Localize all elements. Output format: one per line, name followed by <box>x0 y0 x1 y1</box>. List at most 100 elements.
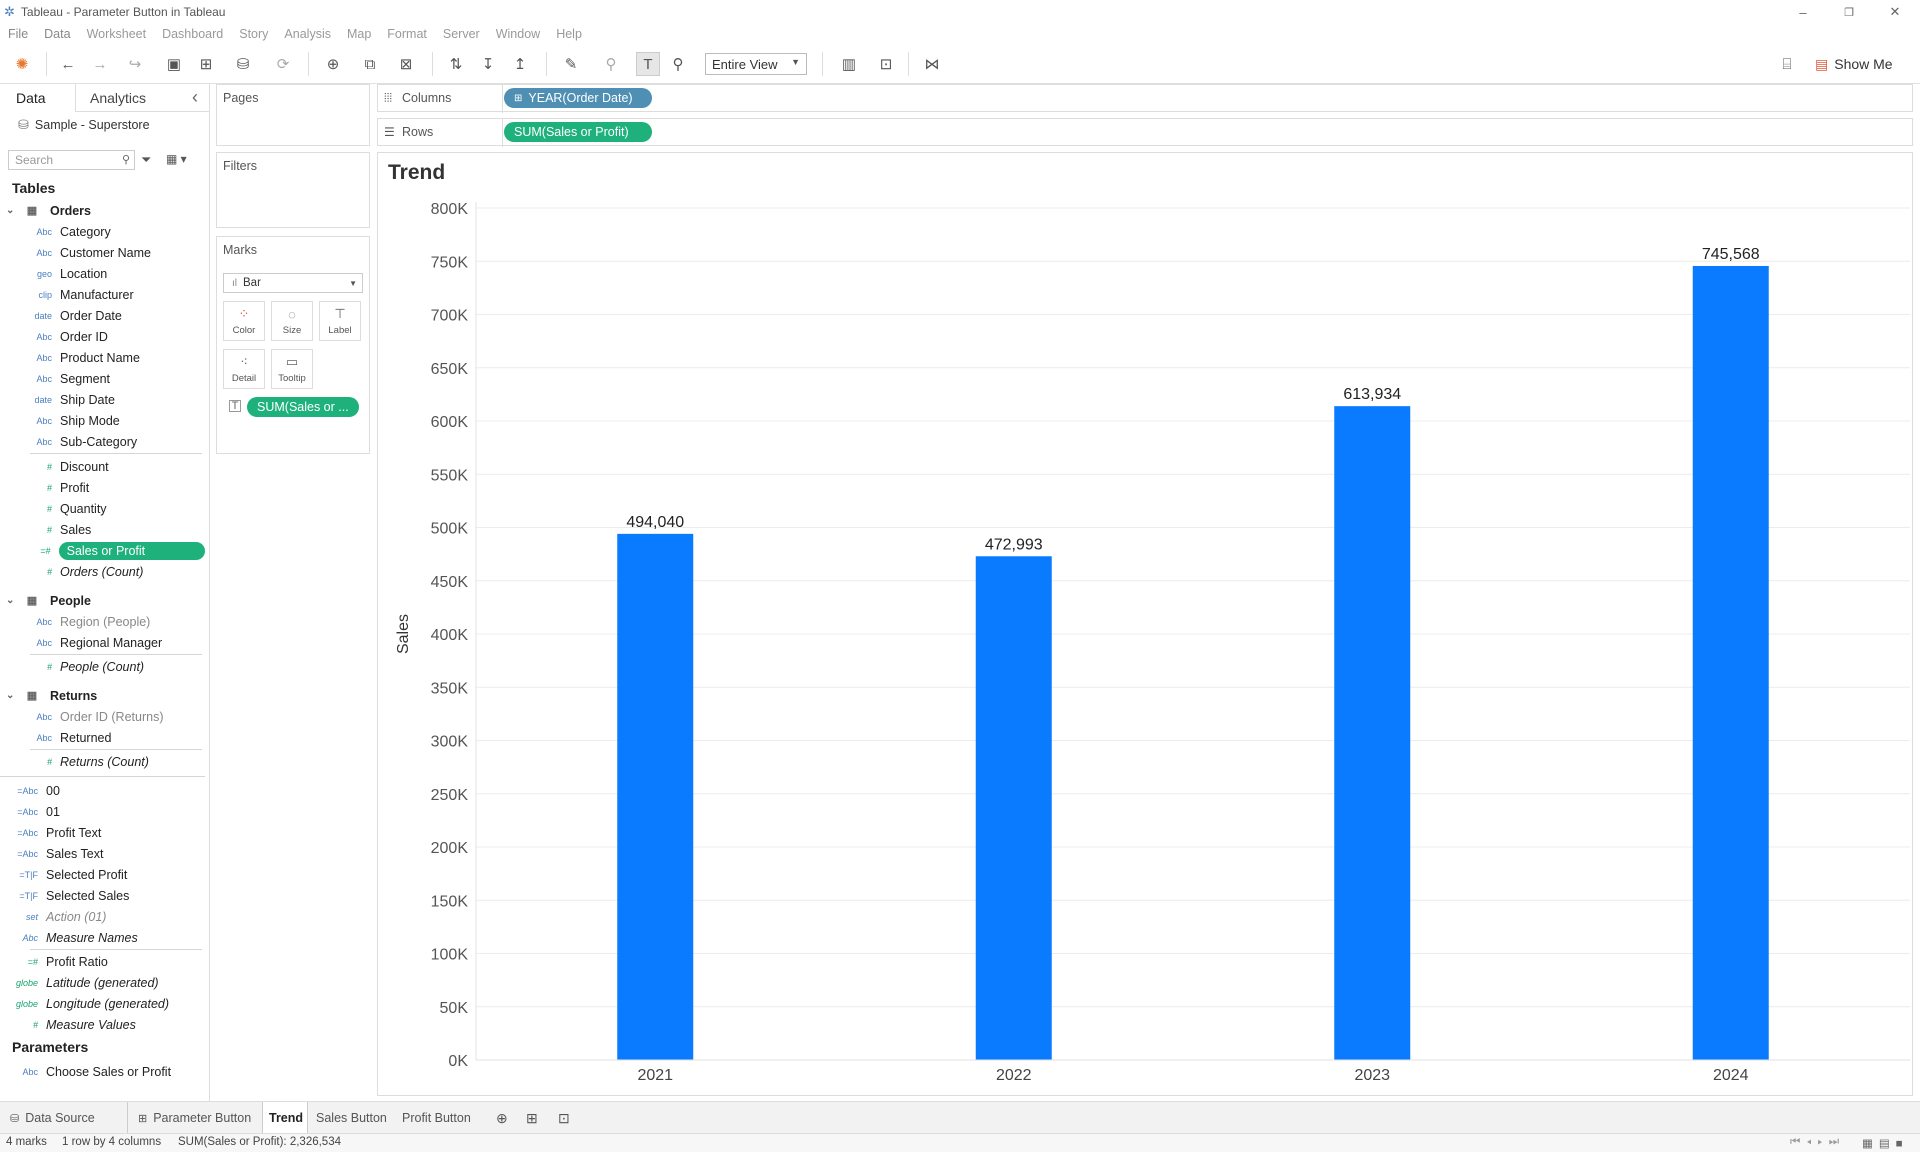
table-orders[interactable]: ⌄ ▦ Orders <box>0 200 205 221</box>
rows-shelf[interactable]: ☰ Rows SUM(Sales or Profit) <box>377 118 1913 147</box>
filters-shelf[interactable]: Filters <box>216 152 370 228</box>
fix-axes-icon[interactable]: ⚲ <box>666 52 690 76</box>
table-people[interactable]: ⌄ ▦ People <box>0 590 205 611</box>
field-item[interactable]: # People (Count) <box>0 656 205 677</box>
new-worksheet-icon[interactable]: ⊕ <box>490 1102 514 1134</box>
highlight-icon[interactable]: ✎ <box>556 52 586 76</box>
tab-parameter-button[interactable]: ⊞ Parameter Button <box>132 1102 260 1134</box>
tooltip-button[interactable]: ▭ Tooltip <box>271 349 313 389</box>
replay-icon[interactable]: ↪ <box>120 52 150 76</box>
menu-analysis[interactable]: Analysis <box>284 27 331 41</box>
field-item[interactable]: Abc Ship Mode <box>0 410 205 431</box>
show-cards-icon[interactable]: ▥ <box>832 52 866 76</box>
field-item[interactable]: Abc Customer Name <box>0 242 205 263</box>
redo-icon[interactable]: → <box>88 52 112 76</box>
menu-dashboard[interactable]: Dashboard <box>162 27 223 41</box>
format-painter-icon[interactable]: ⌸ <box>1775 52 1799 76</box>
minimize-button[interactable]: – <box>1780 0 1826 24</box>
close-button[interactable]: ✕ <box>1872 0 1918 24</box>
field-item[interactable]: =Abc Profit Text <box>0 822 205 843</box>
field-item[interactable]: =T|F Selected Profit <box>0 864 205 885</box>
fit-view-select[interactable]: Entire View ▼ <box>705 53 807 75</box>
field-item[interactable]: Abc Sub-Category <box>0 431 205 452</box>
field-item[interactable]: # Sales <box>0 519 205 540</box>
clear-sheet-icon[interactable]: ⊠ <box>388 52 424 76</box>
field-item[interactable]: Abc Segment <box>0 368 205 389</box>
menu-worksheet[interactable]: Worksheet <box>87 27 147 41</box>
collapse-pane-icon[interactable]: ‹ <box>192 87 198 108</box>
menu-help[interactable]: Help <box>556 27 582 41</box>
save-icon[interactable]: ▣ <box>162 52 186 76</box>
new-datasource-icon[interactable]: ⊞ <box>194 52 218 76</box>
view-options-icon[interactable]: ▦ ▾ <box>166 152 187 166</box>
mark-type-select[interactable]: ıl Bar ▼ <box>223 273 363 293</box>
color-button[interactable]: ⁘ Color <box>223 301 265 341</box>
tab-trend[interactable]: Trend <box>262 1102 308 1134</box>
menu-story[interactable]: Story <box>239 27 268 41</box>
rows-pill[interactable]: SUM(Sales or Profit) <box>504 122 652 142</box>
menu-data[interactable]: Data <box>44 27 70 41</box>
menu-file[interactable]: File <box>8 27 28 41</box>
menu-format[interactable]: Format <box>387 27 427 41</box>
sheet-view-icon[interactable]: ▦▤■ <box>1862 1136 1909 1150</box>
sort-descending-icon[interactable]: ↥ <box>508 52 532 76</box>
bar-2024[interactable] <box>1692 265 1769 1060</box>
field-item[interactable]: =T|F Selected Sales <box>0 885 205 906</box>
field-item[interactable]: Abc Order ID (Returns) <box>0 706 205 727</box>
swap-icon[interactable]: ⇅ <box>444 52 468 76</box>
filter-icon[interactable]: ⏷ <box>141 152 151 168</box>
field-item[interactable]: Abc Product Name <box>0 347 205 368</box>
bar-2021[interactable] <box>617 533 694 1060</box>
menu-window[interactable]: Window <box>496 27 540 41</box>
field-item[interactable]: Abc Regional Manager <box>0 632 205 653</box>
field-item[interactable]: Abc Measure Names <box>0 927 205 948</box>
field-item[interactable]: globe Latitude (generated) <box>0 972 205 993</box>
sheet-navigation-icon[interactable]: ⏮◂▸⏭ <box>1790 1136 1845 1149</box>
undo-icon[interactable]: ← <box>56 52 80 76</box>
pause-updates-icon[interactable]: ⛁ <box>226 52 260 76</box>
pages-shelf[interactable]: Pages <box>216 84 370 146</box>
columns-pill[interactable]: ⊞ YEAR(Order Date) <box>504 88 652 108</box>
field-item[interactable]: =Abc 00 <box>0 780 205 801</box>
share-icon[interactable]: ⋈ <box>920 52 944 76</box>
field-item[interactable]: clip Manufacturer <box>0 284 205 305</box>
table-returns[interactable]: ⌄ ▦ Returns <box>0 685 205 706</box>
menu-map[interactable]: Map <box>347 27 371 41</box>
field-item[interactable]: globe Longitude (generated) <box>0 993 205 1014</box>
field-item[interactable]: =Abc Sales Text <box>0 843 205 864</box>
tab-analytics[interactable]: Analytics <box>90 90 146 106</box>
field-item[interactable]: =# Sales or Profit <box>0 540 205 561</box>
field-item[interactable]: # Profit <box>0 477 205 498</box>
menu-server[interactable]: Server <box>443 27 480 41</box>
field-item[interactable]: date Order Date <box>0 305 205 326</box>
field-item[interactable]: Abc Returned <box>0 727 205 748</box>
tab-data[interactable]: Data <box>16 90 46 106</box>
field-item[interactable]: =Abc 01 <box>0 801 205 822</box>
presentation-icon[interactable]: ⊡ <box>874 52 898 76</box>
new-dashboard-icon[interactable]: ⊞ <box>520 1102 544 1134</box>
tab-data-source[interactable]: ⛁ Data Source <box>4 1102 128 1134</box>
search-input[interactable]: Search ⚲ <box>8 150 135 170</box>
new-story-icon[interactable]: ⊡ <box>552 1102 576 1134</box>
field-item[interactable]: # Returns (Count) <box>0 751 205 772</box>
datasource-item[interactable]: ⛁ Sample - Superstore <box>18 117 150 133</box>
columns-shelf[interactable]: ⦙⦙⦙ Columns ⊞ YEAR(Order Date) <box>377 84 1913 113</box>
field-item[interactable]: Abc Category <box>0 221 205 242</box>
field-item[interactable]: # Quantity <box>0 498 205 519</box>
field-item[interactable]: # Measure Values <box>0 1014 205 1035</box>
duplicate-icon[interactable]: ⧉ <box>358 52 382 76</box>
field-item[interactable]: Abc Order ID <box>0 326 205 347</box>
bar-2023[interactable] <box>1334 406 1411 1060</box>
field-item[interactable]: # Discount <box>0 456 205 477</box>
field-item[interactable]: # Orders (Count) <box>0 561 205 582</box>
size-button[interactable]: ◌ Size <box>271 301 313 341</box>
field-item[interactable]: Abc Choose Sales or Profit <box>0 1061 205 1082</box>
tab-profit-button[interactable]: Profit Button <box>396 1102 478 1134</box>
field-item[interactable]: geo Location <box>0 263 205 284</box>
label-button[interactable]: ⊤ Label <box>319 301 361 341</box>
refresh-icon[interactable]: ⟳ <box>266 52 300 76</box>
field-item[interactable]: =# Profit Ratio <box>0 951 205 972</box>
tab-sales-button[interactable]: Sales Button <box>310 1102 394 1134</box>
new-worksheet-icon[interactable]: ⊕ <box>316 52 350 76</box>
detail-button[interactable]: ⁖ Detail <box>223 349 265 389</box>
